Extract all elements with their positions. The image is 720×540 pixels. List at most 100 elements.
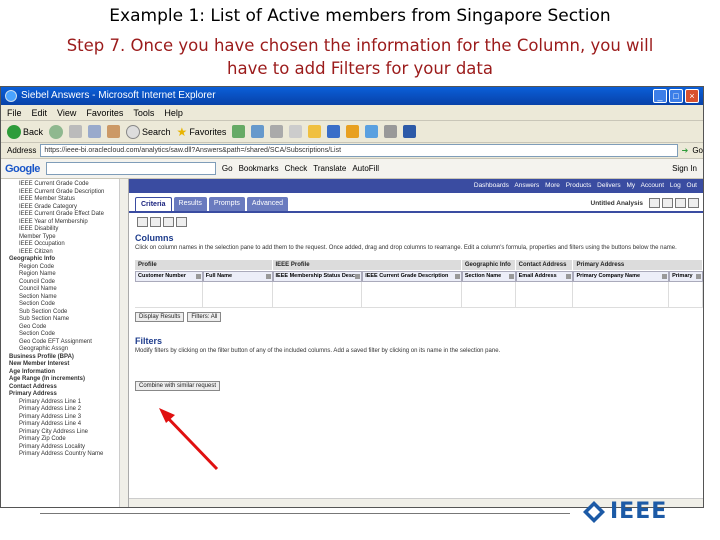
menu-view[interactable]: View — [57, 105, 76, 120]
page-content: IEEE Current Grade Code IEEE Current Grad… — [1, 179, 703, 507]
help-icon[interactable] — [688, 198, 699, 208]
print-report-icon[interactable] — [675, 198, 686, 208]
word-icon[interactable] — [327, 125, 341, 138]
menu-favorites[interactable]: Favorites — [86, 105, 123, 120]
column-full-name[interactable]: Full Name — [202, 271, 273, 282]
sidebar-item[interactable]: Region Name — [5, 271, 128, 279]
print-icon[interactable] — [270, 125, 284, 138]
sidebar-item[interactable]: Section Code — [5, 331, 128, 339]
tab-advanced[interactable]: Advanced — [246, 197, 289, 211]
maximize-button[interactable]: □ — [669, 89, 683, 103]
edit-icon[interactable] — [289, 125, 303, 138]
sidebar-item[interactable]: IEEE Current Grade Code — [5, 181, 128, 189]
menu-file[interactable]: File — [7, 105, 22, 120]
tool-icon-1[interactable] — [137, 217, 148, 227]
save-icon[interactable] — [649, 198, 660, 208]
sidebar-item[interactable]: IEEE Citizen — [5, 249, 128, 257]
sidebar-item[interactable]: IEEE Grade Category — [5, 204, 128, 212]
sign-in-button[interactable]: Sign In — [672, 164, 703, 173]
bluetooth-icon[interactable] — [403, 125, 417, 138]
sidebar-item[interactable]: Age Range (In increments) — [5, 376, 128, 384]
bookmarks-button[interactable]: Bookmarks — [239, 164, 279, 173]
google-search-input[interactable] — [45, 162, 216, 175]
autofill-button[interactable]: AutoFill — [352, 164, 379, 173]
go-arrow-icon[interactable]: ➔ — [682, 146, 689, 155]
tab-prompts[interactable]: Prompts — [208, 197, 245, 211]
sidebar-item[interactable]: Section Code — [5, 301, 128, 309]
sidebar-item[interactable]: New Member Interest — [5, 361, 128, 369]
sidebar-item[interactable]: Primary Address Country Name — [5, 451, 128, 459]
menu-help[interactable]: Help — [164, 105, 183, 120]
google-go-button[interactable]: Go — [222, 164, 233, 173]
sidebar-item[interactable]: Age Information — [5, 369, 128, 377]
messenger-icon[interactable] — [365, 125, 379, 138]
sidebar-item[interactable]: Council Name — [5, 286, 128, 294]
combine-request-button[interactable]: Combine with similar request — [135, 381, 221, 391]
tab-criteria[interactable]: Criteria — [135, 197, 172, 211]
sidebar-item[interactable]: Region Code — [5, 264, 128, 272]
sidebar-item[interactable]: IEEE Year of Membership — [5, 219, 128, 227]
menu-edit[interactable]: Edit — [32, 105, 48, 120]
close-button[interactable]: × — [685, 89, 699, 103]
open-icon[interactable] — [662, 198, 673, 208]
sidebar-item[interactable]: Primary Zip Code — [5, 436, 128, 444]
column-grade-description[interactable]: IEEE Current Grade Description — [362, 271, 462, 282]
column-buttons-row — [135, 282, 703, 308]
mail-icon[interactable] — [251, 125, 265, 138]
sidebar-item[interactable]: IEEE Current Grade Effect Date — [5, 211, 128, 219]
sidebar-item[interactable]: Member Type — [5, 234, 128, 242]
sidebar-item[interactable]: Council Code — [5, 279, 128, 287]
sidebar-item[interactable]: IEEE Current Grade Description — [5, 189, 128, 197]
research-icon[interactable] — [384, 125, 398, 138]
sidebar-item[interactable]: Business Profile (BPA) — [5, 354, 128, 362]
column-primary-company[interactable]: Primary Company Name — [573, 271, 670, 282]
refresh-icon[interactable] — [88, 125, 102, 138]
address-input[interactable]: https://ieee-bi.oraclecloud.com/analytic… — [40, 144, 678, 157]
msn-icon[interactable] — [346, 125, 360, 138]
check-button[interactable]: Check — [285, 164, 308, 173]
sidebar-item[interactable]: Geo Code EFT Assignment — [5, 339, 128, 347]
favorites-button[interactable]: ★ Favorites — [177, 125, 227, 139]
tool-icon-2[interactable] — [150, 217, 161, 227]
sidebar-item[interactable]: IEEE Member Status — [5, 196, 128, 204]
sidebar-item[interactable]: Primary Address Locality — [5, 444, 128, 452]
sidebar-item[interactable]: Primary City Address Line — [5, 429, 128, 437]
sidebar-item[interactable]: Geographic Assgn — [5, 346, 128, 354]
stop-icon[interactable] — [69, 125, 83, 138]
history-icon[interactable] — [232, 125, 246, 138]
sidebar-item[interactable]: Sub Section Name — [5, 316, 128, 324]
column-membership-status[interactable]: IEEE Membership Status Desc — [272, 271, 363, 282]
sidebar-item[interactable]: Contact Address — [5, 384, 128, 392]
sidebar-item[interactable]: Sub Section Code — [5, 309, 128, 317]
search-button[interactable]: Search — [126, 124, 171, 139]
home-icon[interactable] — [107, 125, 121, 138]
back-button[interactable]: Back — [7, 124, 43, 139]
tab-results[interactable]: Results — [173, 197, 207, 211]
display-results-button[interactable]: Display Results — [135, 312, 185, 322]
sidebar-item[interactable]: Geo Code — [5, 324, 128, 332]
sidebar-item[interactable]: Primary Address — [5, 391, 128, 399]
sidebar-item[interactable]: Geographic Info — [5, 256, 128, 264]
go-button[interactable]: Go — [692, 146, 703, 155]
folder-icon[interactable] — [308, 125, 322, 138]
column-section-name[interactable]: Section Name — [461, 271, 516, 282]
oracle-topnav[interactable]: Dashboards Answers More Products Deliver… — [129, 179, 703, 193]
tool-icon-3[interactable] — [163, 217, 174, 227]
menu-tools[interactable]: Tools — [133, 105, 154, 120]
minimize-button[interactable]: _ — [653, 89, 667, 103]
column-customer-number[interactable]: Customer Number — [135, 271, 203, 282]
sidebar-item[interactable]: IEEE Occupation — [5, 241, 128, 249]
sidebar-item[interactable]: Primary Address Line 2 — [5, 406, 128, 414]
sidebar-item[interactable]: Primary Address Line 3 — [5, 414, 128, 422]
column-email-address[interactable]: Email Address — [515, 271, 574, 282]
sidebar-item[interactable]: Primary Address Line 4 — [5, 421, 128, 429]
sidebar-item[interactable]: Primary Address Line 1 — [5, 399, 128, 407]
sidebar-item[interactable]: IEEE Disability — [5, 226, 128, 234]
filters-all-button[interactable]: Filters: All — [187, 312, 222, 322]
forward-arrow-icon[interactable] — [49, 124, 64, 139]
translate-button[interactable]: Translate — [313, 164, 346, 173]
sidebar-item[interactable]: Section Name — [5, 294, 128, 302]
column-primary[interactable]: Primary — [669, 271, 703, 282]
tool-icon-4[interactable] — [176, 217, 187, 227]
selection-pane-scrollbar[interactable] — [119, 179, 128, 507]
